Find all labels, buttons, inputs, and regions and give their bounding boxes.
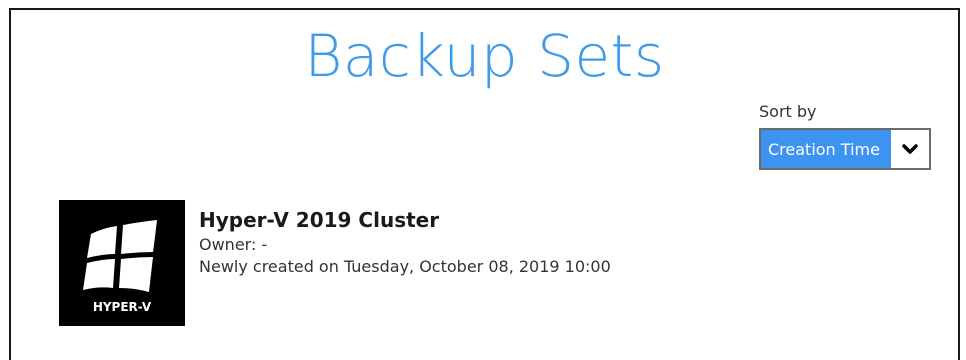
backup-set-info: Hyper-V 2019 Cluster Owner: - Newly crea… [199, 200, 611, 326]
backup-set-item[interactable]: HYPER-V Hyper-V 2019 Cluster Owner: - Ne… [59, 200, 611, 326]
sort-by-label: Sort by [759, 102, 817, 121]
tile-label: HYPER-V [92, 300, 152, 314]
chevron-down-icon[interactable] [891, 130, 929, 168]
page-title: Backup Sets [304, 22, 665, 90]
backup-set-name[interactable]: Hyper-V 2019 Cluster [199, 206, 611, 234]
backup-sets-panel: Backup Sets Sort by Creation Time HYPER-… [9, 8, 960, 360]
windows-logo-icon [83, 220, 157, 292]
sort-by-dropdown[interactable]: Creation Time [759, 128, 931, 170]
hyper-v-tile: HYPER-V [59, 200, 185, 326]
backup-set-created: Newly created on Tuesday, October 08, 20… [199, 257, 611, 276]
backup-set-owner: Owner: - [199, 235, 268, 254]
sort-selected-value: Creation Time [761, 130, 891, 168]
